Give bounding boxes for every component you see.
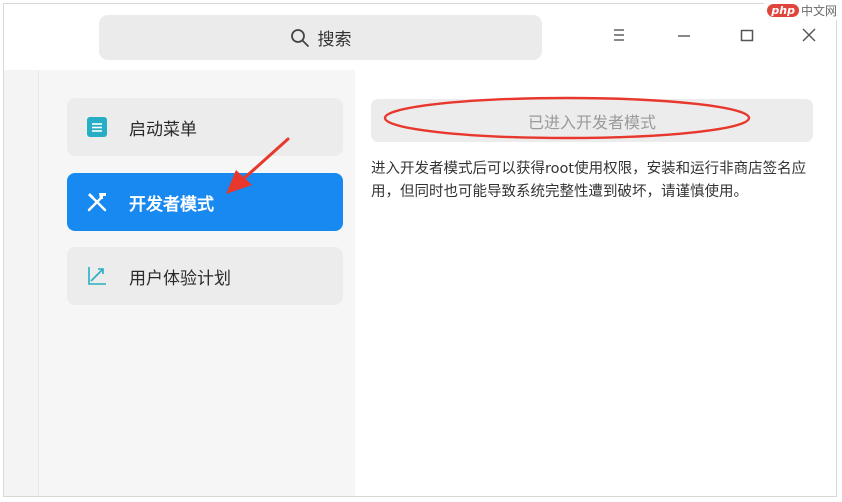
sidebar-item-boot-menu[interactable]: 启动菜单 xyxy=(67,98,343,156)
sidebar-item-user-experience[interactable]: 用户体验计划 xyxy=(67,247,343,305)
close-button[interactable] xyxy=(794,22,824,52)
sidebar-item-label: 用户体验计划 xyxy=(129,268,231,289)
menu-button[interactable] xyxy=(604,22,634,52)
title-bar: 搜索 xyxy=(4,4,836,70)
search-icon xyxy=(290,28,310,48)
trend-chart-icon xyxy=(85,264,109,288)
sidebar-item-developer-mode[interactable]: 开发者模式 xyxy=(67,173,343,231)
watermark: php 中文网 xyxy=(764,0,840,20)
watermark-brand: php xyxy=(767,3,799,17)
developer-tools-icon xyxy=(85,190,109,214)
search-box[interactable]: 搜索 xyxy=(99,15,542,60)
settings-window: 搜索 启动菜单 开发者模式 用户体验计划 已进入开发者模式 进入开发者模式后可以… xyxy=(3,3,837,497)
developer-mode-description: 进入开发者模式后可以获得root使用权限，安装和运行非商店签名应用，但同时也可能… xyxy=(371,161,807,200)
sidebar-item-label: 开发者模式 xyxy=(129,194,214,215)
maximize-button[interactable] xyxy=(732,22,762,52)
minimize-button[interactable] xyxy=(669,22,699,52)
minimize-icon xyxy=(676,27,692,47)
developer-mode-status-button[interactable]: 已进入开发者模式 xyxy=(371,99,813,142)
main-area: 启动菜单 开发者模式 用户体验计划 已进入开发者模式 进入开发者模式后可以获得r… xyxy=(4,70,836,496)
sidebar-item-label: 启动菜单 xyxy=(129,119,197,140)
boot-menu-icon xyxy=(85,115,109,139)
sidebar: 启动菜单 开发者模式 用户体验计划 xyxy=(38,70,356,496)
watermark-site: 中文网 xyxy=(800,3,837,18)
maximize-icon xyxy=(739,27,755,47)
menu-icon xyxy=(611,27,627,47)
content-panel: 已进入开发者模式 进入开发者模式后可以获得root使用权限，安装和运行非商店签名… xyxy=(355,70,836,496)
search-label: 搜索 xyxy=(317,30,352,50)
close-icon xyxy=(800,26,818,48)
